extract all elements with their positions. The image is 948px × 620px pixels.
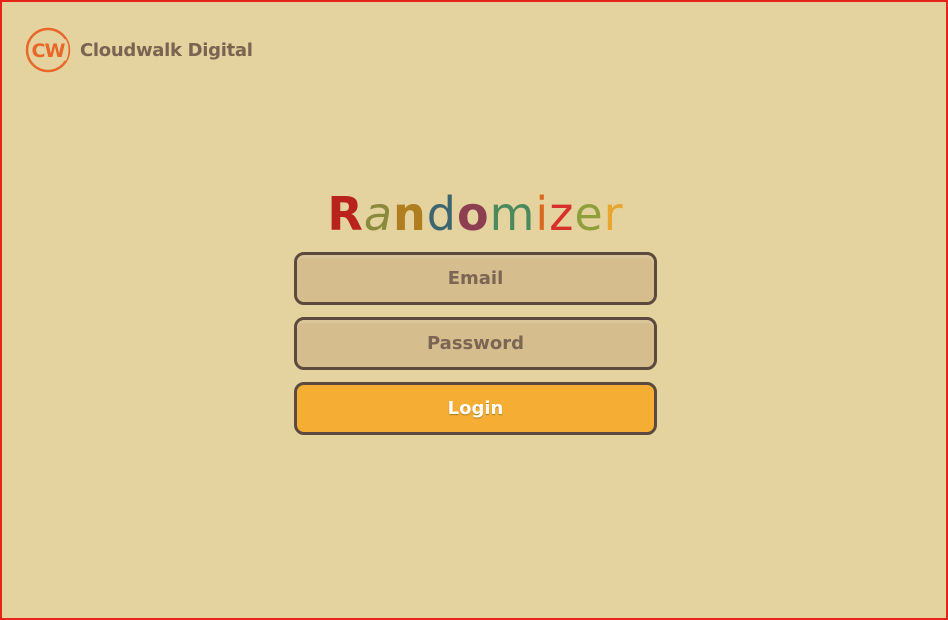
brand-name: Cloudwalk Digital: [80, 39, 253, 61]
password-input[interactable]: [294, 317, 657, 370]
title-letter: n: [393, 187, 427, 241]
app-title: Randomizer: [327, 190, 623, 240]
title-letter: R: [327, 187, 364, 241]
title-letter: a: [363, 187, 394, 241]
title-letter: o: [456, 187, 490, 241]
title-letter: z: [549, 187, 575, 241]
title-letter: m: [489, 187, 536, 241]
title-letter: d: [426, 187, 457, 241]
logo-lettering: CW: [32, 40, 66, 62]
title-letter: r: [603, 187, 624, 241]
brand: CW Cloudwalk Digital: [24, 26, 253, 74]
cloudwalk-logo-icon: CW: [25, 27, 71, 73]
login-button[interactable]: Login: [294, 382, 657, 435]
title-letter: e: [574, 187, 604, 241]
title-letter: i: [535, 187, 550, 241]
login-form: Randomizer Login: [294, 190, 657, 435]
email-input[interactable]: [294, 252, 657, 305]
